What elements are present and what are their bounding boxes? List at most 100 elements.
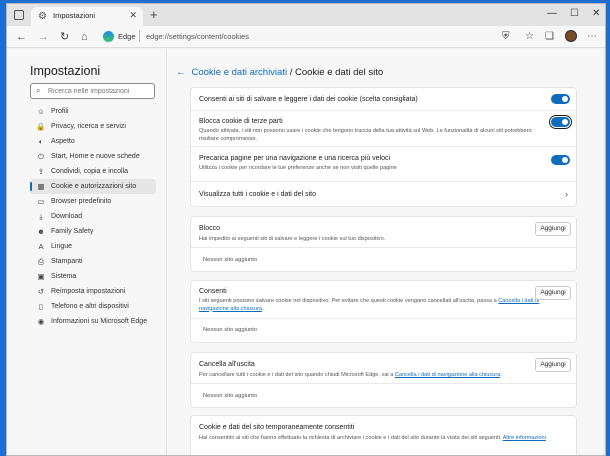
forward-button[interactable]: →	[38, 30, 49, 44]
allow-desc-end: .	[261, 305, 264, 312]
gear-icon: ⚙	[38, 11, 47, 22]
setting-row-allow-sites: Consenti ai siti di salvare e leggere i …	[191, 88, 576, 111]
sidebar-item-reset[interactable]: ↺ Reimposta impostazioni	[30, 284, 156, 299]
chevron-right-icon: ›	[565, 189, 568, 199]
sidebar-item-label: Privacy, ricerca e servizi	[51, 123, 126, 130]
sidebar-item-label: Stampanti	[51, 258, 83, 265]
tab-settings[interactable]: ⚙ Impostazioni ✕	[31, 7, 143, 26]
breadcrumb-back-icon[interactable]: ←	[176, 67, 186, 78]
power-icon: ⏻	[38, 152, 44, 161]
language-icon: A	[38, 242, 44, 251]
search-box[interactable]: ⌕	[30, 83, 155, 99]
sidebar-item-label: Condividi, copia e incolla	[51, 168, 129, 175]
site-label: Edge	[118, 32, 136, 41]
back-button[interactable]: ←	[16, 30, 27, 44]
temporary-title: Cookie e dati del sito temporaneamente c…	[199, 424, 355, 431]
view-all-cookies-row[interactable]: Visualizza tutti i cookie e i dati del s…	[191, 182, 576, 208]
browser-icon: ▭	[37, 197, 45, 206]
browser-window: ⚙ Impostazioni ✕ + — ☐ ✕ ← → ↻ ⌂ Edge ed…	[6, 3, 606, 456]
sidebar-item-about[interactable]: ◉ Informazioni su Microsoft Edge	[30, 314, 156, 329]
sidebar-item-privacy[interactable]: 🔒 Privacy, ricerca e servizi	[30, 119, 156, 134]
menu-dots-icon[interactable]: ⋯	[587, 30, 597, 43]
clear-on-close-link[interactable]: Cancella i dati di navigazione alla chiu…	[395, 372, 500, 378]
url-field[interactable]: Edge edge://settings/content/cookies	[103, 29, 501, 45]
sidebar-item-label: Start, Home e nuove schede	[51, 153, 140, 160]
settings-main: ← Cookie e dati archiviati / Cookie e dat…	[167, 49, 605, 455]
sidebar-item-label: Family Safety	[51, 228, 94, 235]
clear-exit-empty-text: Nessun sito aggiunto	[203, 393, 258, 399]
tab-close-icon[interactable]: ✕	[129, 10, 137, 21]
sidebar-item-label: Lingue	[51, 243, 73, 250]
address-bar: ← → ↻ ⌂ Edge edge://settings/content/coo…	[7, 26, 605, 48]
search-input[interactable]	[48, 86, 152, 96]
download-icon: ⤓	[39, 212, 43, 221]
edge-logo-icon	[103, 31, 114, 42]
divider	[191, 383, 576, 384]
learn-more-link[interactable]: Altre informazioni	[503, 435, 546, 441]
collections-icon[interactable]: ❏	[545, 30, 554, 43]
sidebar-item-languages[interactable]: A Lingue	[30, 239, 156, 254]
scrollbar[interactable]	[603, 49, 605, 455]
sidebar-item-label: Reimposta impostazioni	[51, 288, 126, 295]
allow-add-button[interactable]: Aggiungi	[535, 286, 571, 300]
sidebar-item-cookies[interactable]: ▦ Cookie e autorizzazioni sito	[30, 179, 156, 194]
tab-actions-icon[interactable]	[14, 10, 24, 20]
reload-button[interactable]: ↻	[60, 30, 69, 44]
preload-toggle[interactable]	[551, 155, 570, 165]
sidebar: Impostazioni ⌕ ☺ Profili 🔒 Privacy, ricerc…	[7, 49, 167, 455]
allow-sites-toggle[interactable]	[551, 94, 570, 104]
sidebar-item-start-home[interactable]: ⏻ Start, Home e nuove schede	[30, 149, 156, 164]
maximize-button[interactable]: ☐	[570, 8, 579, 19]
cookie-settings-card: Consenti ai siti di salvare e leggere i …	[190, 87, 577, 207]
sidebar-item-profiles[interactable]: ☺ Profili	[30, 104, 156, 119]
block-desc: Hai impedito ai seguenti siti di salvare…	[199, 236, 386, 242]
tracking-prevention-icon[interactable]: ⛨	[502, 30, 510, 43]
sidebar-item-share-copy[interactable]: ⇪ Condividi, copia e incolla	[30, 164, 156, 179]
block-third-party-label: Blocca cookie di terze parti	[199, 118, 283, 125]
allow-desc-text: I siti seguenti possono salvare cookie n…	[199, 298, 499, 304]
allow-sites-label: Consenti ai siti di salvare e leggere i …	[199, 96, 418, 103]
sidebar-title: Impostazioni	[30, 64, 101, 78]
sidebar-item-system[interactable]: ▣ Sistema	[30, 269, 156, 284]
tab-title: Impostazioni	[53, 11, 96, 20]
sidebar-item-downloads[interactable]: ⤓ Download	[30, 209, 156, 224]
preload-desc: Utilizza i cookie per ricordare le tue p…	[199, 165, 397, 171]
block-third-party-toggle[interactable]	[549, 115, 572, 129]
minimize-button[interactable]: —	[547, 8, 557, 19]
printer-icon: ⎙	[38, 257, 44, 266]
allow-empty-text: Nessun sito aggiunto	[203, 327, 258, 333]
home-button[interactable]: ⌂	[81, 30, 88, 44]
temporary-allowed-card: Cookie e dati del sito temporaneamente c…	[190, 415, 577, 455]
divider	[191, 318, 576, 319]
family-icon: ☻	[37, 227, 45, 236]
block-third-party-desc: Quando attivata, i siti non possono usar…	[199, 128, 532, 142]
search-icon: ⌕	[36, 86, 41, 95]
temporary-desc: Hai consentito ai siti che hanno effettu…	[199, 435, 569, 443]
close-window-button[interactable]: ✕	[592, 8, 600, 19]
sidebar-item-phone-devices[interactable]: ▯ Telefono e altri dispositivi	[30, 299, 156, 314]
allow-title: Consenti	[199, 288, 227, 295]
sidebar-item-label: Browser predefinito	[51, 198, 112, 205]
avatar[interactable]	[565, 30, 577, 42]
breadcrumb-parent-link[interactable]: Cookie e dati archiviati	[192, 67, 288, 78]
favorite-star-icon[interactable]: ☆	[525, 30, 534, 43]
sidebar-nav: ☺ Profili 🔒 Privacy, ricerca e servizi ◐ As…	[30, 104, 156, 329]
clear-exit-desc-end: .	[500, 372, 502, 378]
allow-desc: I siti seguenti possono salvare cookie n…	[199, 298, 541, 313]
sidebar-item-printers[interactable]: ⎙ Stampanti	[30, 254, 156, 269]
block-add-button[interactable]: Aggiungi	[535, 222, 571, 236]
clear-exit-add-button[interactable]: Aggiungi	[535, 358, 571, 372]
sidebar-item-default-browser[interactable]: ▭ Browser predefinito	[30, 194, 156, 209]
clear-exit-title: Cancella all'uscita	[199, 361, 255, 368]
new-tab-button[interactable]: +	[150, 7, 158, 23]
sidebar-item-label: Download	[51, 213, 83, 220]
setting-row-preload: Precarica pagine per una navigazione e u…	[191, 147, 576, 182]
title-bar: ⚙ Impostazioni ✕ + — ☐ ✕	[7, 4, 605, 26]
sidebar-item-family-safety[interactable]: ☻ Family Safety	[30, 224, 156, 239]
edge-icon: ◉	[37, 317, 45, 326]
sidebar-item-appearance[interactable]: ◐ Aspetto	[30, 134, 156, 149]
block-title: Blocco	[199, 225, 221, 232]
page-title: Cookie e dati del sito	[295, 67, 384, 78]
clear-exit-desc: Per cancellare tutti i cookie e i dati d…	[199, 372, 541, 380]
allow-card: Consenti I siti seguenti possono salvare…	[190, 280, 577, 343]
